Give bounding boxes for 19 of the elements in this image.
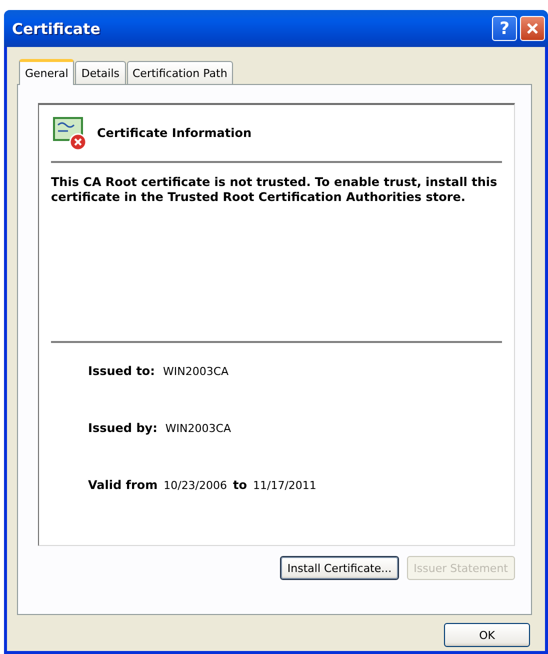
close-button[interactable] bbox=[520, 16, 545, 41]
window-title: Certificate bbox=[12, 20, 102, 38]
field-label: to bbox=[233, 478, 247, 492]
trust-message: This CA Root certificate is not trusted. To enable trust, install this certificate in the Trusted Root Certification Authorities store. bbox=[51, 175, 502, 343]
tab[interactable]: Certification Path bbox=[126, 61, 234, 84]
help-button[interactable]: ? bbox=[492, 16, 517, 41]
date-value: 11/17/2011 bbox=[253, 479, 316, 492]
install-certificate-button[interactable]: Install Certificate... bbox=[280, 556, 399, 580]
field-label: Valid from bbox=[88, 478, 158, 492]
date-value: 10/23/2006 bbox=[164, 479, 228, 492]
section-heading: Certificate Information bbox=[97, 126, 252, 140]
field-label: Issued by: bbox=[88, 421, 158, 435]
field-label: Issued to: bbox=[88, 364, 155, 378]
tab[interactable]: General bbox=[19, 59, 74, 85]
close-icon bbox=[526, 22, 539, 35]
tab[interactable]: Details bbox=[75, 61, 126, 84]
field-value: WIN2003CA bbox=[165, 422, 231, 435]
field-value: WIN2003CA bbox=[162, 365, 229, 378]
ok-button[interactable]: OK bbox=[444, 623, 530, 647]
